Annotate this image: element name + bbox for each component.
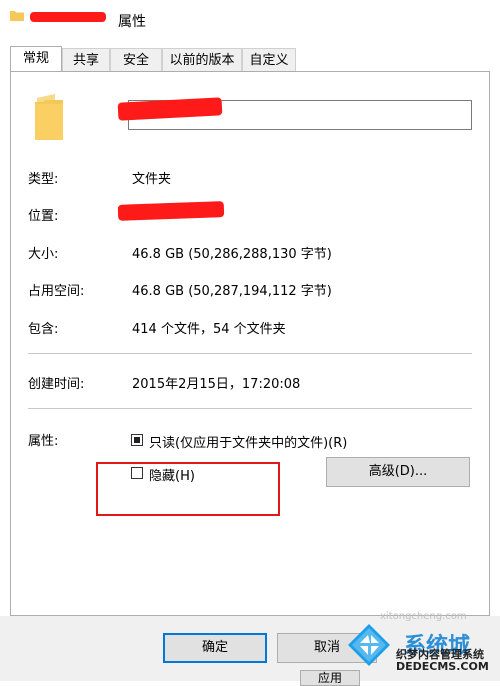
windows-logo-icon: [348, 624, 390, 666]
type-label: 类型:: [28, 172, 59, 187]
advanced-button[interactable]: 高级(D)...: [326, 457, 470, 487]
divider: [28, 408, 472, 409]
tab-previous-versions[interactable]: 以前的版本: [162, 48, 242, 71]
watermark-line2: DEDECMS.COM: [396, 660, 489, 673]
contains-value: 414 个文件，54 个文件夹: [132, 322, 286, 337]
apply-button[interactable]: 应用: [300, 670, 360, 686]
highlight-box: [96, 462, 280, 516]
readonly-checkbox[interactable]: [131, 434, 143, 446]
watermark-site: xitongcheng.com: [380, 611, 467, 622]
ok-button[interactable]: 确定: [163, 633, 267, 663]
general-panel: [10, 71, 490, 616]
tab-sharing[interactable]: 共享: [62, 48, 110, 71]
divider: [28, 353, 472, 354]
contains-label: 包含:: [28, 322, 59, 337]
size-label: 大小:: [28, 247, 59, 262]
attributes-label: 属性:: [28, 434, 59, 449]
readonly-label[interactable]: 只读(仅应用于文件夹中的文件)(R): [149, 432, 347, 451]
tab-strip: 常规 共享 安全 以前的版本 自定义: [0, 46, 500, 72]
size-value: 46.8 GB (50,286,288,130 字节): [132, 247, 332, 262]
type-value: 文件夹: [132, 172, 172, 187]
redacted-title: [30, 12, 106, 22]
size-on-disk-value: 46.8 GB (50,287,194,112 字节): [132, 284, 332, 299]
title-bar: 属性: [0, 0, 500, 38]
created-label: 创建时间:: [28, 377, 85, 392]
tab-general[interactable]: 常规: [10, 46, 62, 71]
tab-customize[interactable]: 自定义: [242, 48, 296, 71]
size-on-disk-label: 占用空间:: [28, 284, 85, 299]
window-title: 属性: [118, 14, 146, 30]
location-label: 位置:: [28, 209, 59, 224]
created-value: 2015年2月15日，17:20:08: [132, 377, 301, 392]
tab-security[interactable]: 安全: [110, 48, 162, 71]
folder-icon: [35, 94, 63, 140]
folder-icon: [10, 11, 24, 21]
